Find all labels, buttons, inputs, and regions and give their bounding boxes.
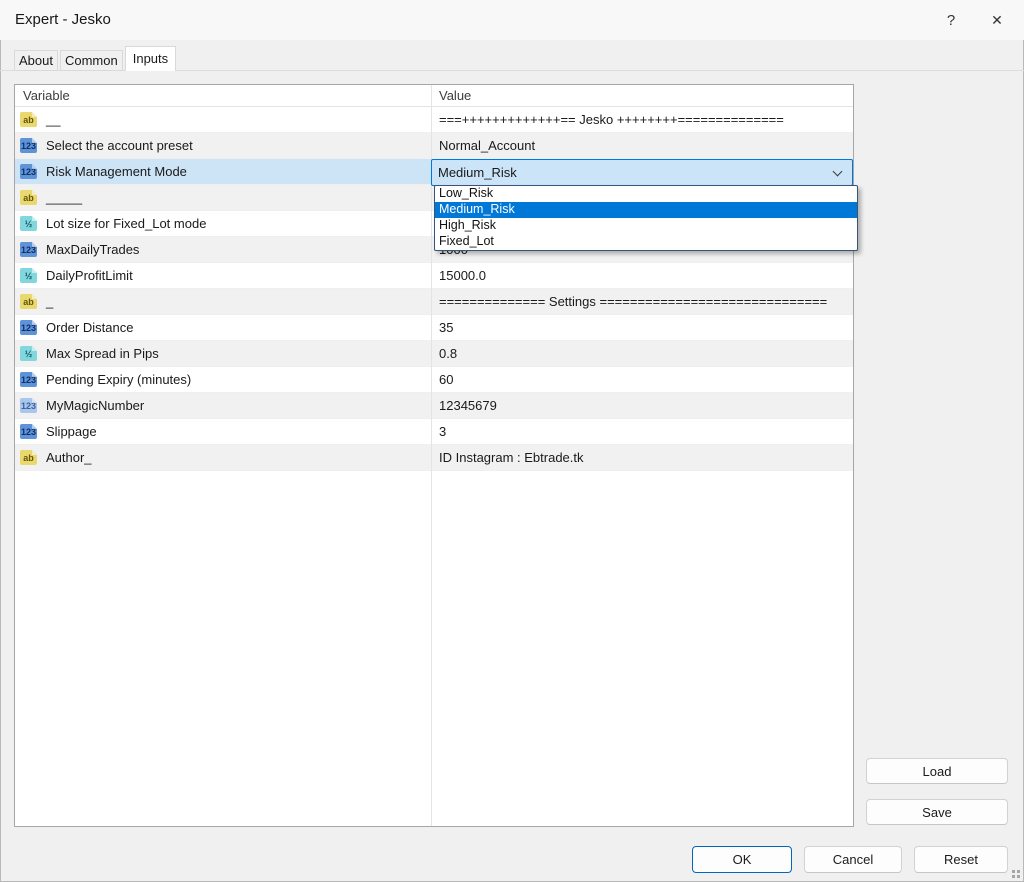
value-cell[interactable]: 60 <box>431 372 853 387</box>
value-text: 60 <box>439 372 453 387</box>
value-cell[interactable]: ===+++++++++++++== Jesko ++++++++=======… <box>431 112 853 127</box>
value-cell[interactable]: ID Instagram : Ebtrade.tk <box>431 450 853 465</box>
close-icon: ✕ <box>991 12 1003 29</box>
table-row[interactable]: ½ Max Spread in Pips 0.8 <box>15 341 853 367</box>
variable-label: Risk Management Mode <box>46 164 187 179</box>
value-cell[interactable]: ============== Settings ================… <box>431 294 853 309</box>
string-type-icon: ab <box>20 294 37 309</box>
value-cell[interactable]: 0.8 <box>431 346 853 361</box>
table-row[interactable]: 123 MyMagicNumber 12345679 <box>15 393 853 419</box>
variable-label: MaxDailyTrades <box>46 242 139 257</box>
table-row[interactable]: 123 Pending Expiry (minutes) 60 <box>15 367 853 393</box>
dropdown-option[interactable]: Low_Risk <box>435 186 857 202</box>
help-icon: ? <box>947 12 955 29</box>
integer-type-icon: 123 <box>20 164 37 179</box>
expert-properties-dialog: Expert - Jesko ? ✕ About Common Inputs V… <box>0 0 1024 882</box>
variable-label: DailyProfitLimit <box>46 268 133 283</box>
table-row[interactable]: 123 Select the account preset Normal_Acco… <box>15 133 853 159</box>
cancel-button[interactable]: Cancel <box>804 846 902 873</box>
integer-type-icon: 123 <box>20 372 37 387</box>
table-row-selected[interactable]: 123 Risk Management Mode Medium_Risk <box>15 159 853 185</box>
variable-label: _ <box>46 294 53 309</box>
chevron-down-icon <box>833 167 843 177</box>
double-type-icon: ½ <box>20 216 37 231</box>
help-button[interactable]: ? <box>936 5 966 35</box>
column-divider[interactable] <box>431 85 432 826</box>
value-cell[interactable]: 3 <box>431 424 853 439</box>
window-title: Expert - Jesko <box>15 0 111 40</box>
reset-button[interactable]: Reset <box>914 846 1008 873</box>
table-row[interactable]: ab Author_ ID Instagram : Ebtrade.tk <box>15 445 853 471</box>
variable-label: Slippage <box>46 424 97 439</box>
variable-label: _____ <box>46 190 82 205</box>
variable-label: Lot size for Fixed_Lot mode <box>46 216 206 231</box>
dropdown-option-selected[interactable]: Medium_Risk <box>435 202 857 218</box>
variable-label: __ <box>46 112 60 127</box>
variable-label: Max Spread in Pips <box>46 346 159 361</box>
value-cell[interactable]: 35 <box>431 320 853 335</box>
variable-label: Order Distance <box>46 320 133 335</box>
integer-type-icon: 123 <box>20 138 37 153</box>
value-text: 3 <box>439 424 446 439</box>
resize-grip[interactable] <box>1012 870 1021 879</box>
tab-about[interactable]: About <box>14 50 58 71</box>
string-type-icon: ab <box>20 112 37 127</box>
value-text: Normal_Account <box>439 138 535 153</box>
value-cell[interactable]: Normal_Account <box>431 138 853 153</box>
value-text: 0.8 <box>439 346 457 361</box>
tab-strip: About Common Inputs <box>14 50 178 71</box>
close-button[interactable]: ✕ <box>982 5 1012 35</box>
table-row[interactable]: ab _ ============== Settings ============… <box>15 289 853 315</box>
value-cell[interactable]: 12345679 <box>431 398 853 413</box>
double-type-icon: ½ <box>20 346 37 361</box>
table-row[interactable]: ab __ ===+++++++++++++== Jesko ++++++++==… <box>15 107 853 133</box>
string-type-icon: ab <box>20 450 37 465</box>
value-cell[interactable]: 15000.0 <box>431 268 853 283</box>
tab-inputs[interactable]: Inputs <box>125 46 176 71</box>
variable-label: Select the account preset <box>46 138 193 153</box>
value-text: 35 <box>439 320 453 335</box>
load-button[interactable]: Load <box>866 758 1008 784</box>
table-row[interactable]: 123 Slippage 3 <box>15 419 853 445</box>
integer-type-icon: 123 <box>20 424 37 439</box>
variable-label: MyMagicNumber <box>46 398 144 413</box>
save-button[interactable]: Save <box>866 799 1008 825</box>
variable-label: Pending Expiry (minutes) <box>46 372 191 387</box>
table-header: Variable Value <box>15 85 853 107</box>
value-text: 12345679 <box>439 398 497 413</box>
string-type-icon: ab <box>20 190 37 205</box>
combobox-value: Medium_Risk <box>438 165 517 180</box>
table-row[interactable]: ½ DailyProfitLimit 15000.0 <box>15 263 853 289</box>
dropdown-option[interactable]: Fixed_Lot <box>435 234 857 250</box>
integer-type-icon: 123 <box>20 320 37 335</box>
risk-mode-combobox[interactable]: Medium_Risk <box>431 159 853 186</box>
integer-type-icon: 123 <box>20 398 37 413</box>
title-bar[interactable]: Expert - Jesko ? ✕ <box>0 0 1024 40</box>
variable-label: Author_ <box>46 450 92 465</box>
value-text: 15000.0 <box>439 268 486 283</box>
variable-column-header: Variable <box>15 85 431 106</box>
value-column-header: Value <box>431 85 853 106</box>
value-text: ============== Settings ================… <box>439 294 827 309</box>
table-row[interactable]: 123 Order Distance 35 <box>15 315 853 341</box>
dropdown-option[interactable]: High_Risk <box>435 218 857 234</box>
ok-button[interactable]: OK <box>692 846 792 873</box>
value-text: ===+++++++++++++== Jesko ++++++++=======… <box>439 112 784 127</box>
double-type-icon: ½ <box>20 268 37 283</box>
risk-mode-dropdown-list: Low_Risk Medium_Risk High_Risk Fixed_Lot <box>434 185 858 251</box>
integer-type-icon: 123 <box>20 242 37 257</box>
tab-common[interactable]: Common <box>60 50 123 71</box>
value-text: ID Instagram : Ebtrade.tk <box>439 450 584 465</box>
